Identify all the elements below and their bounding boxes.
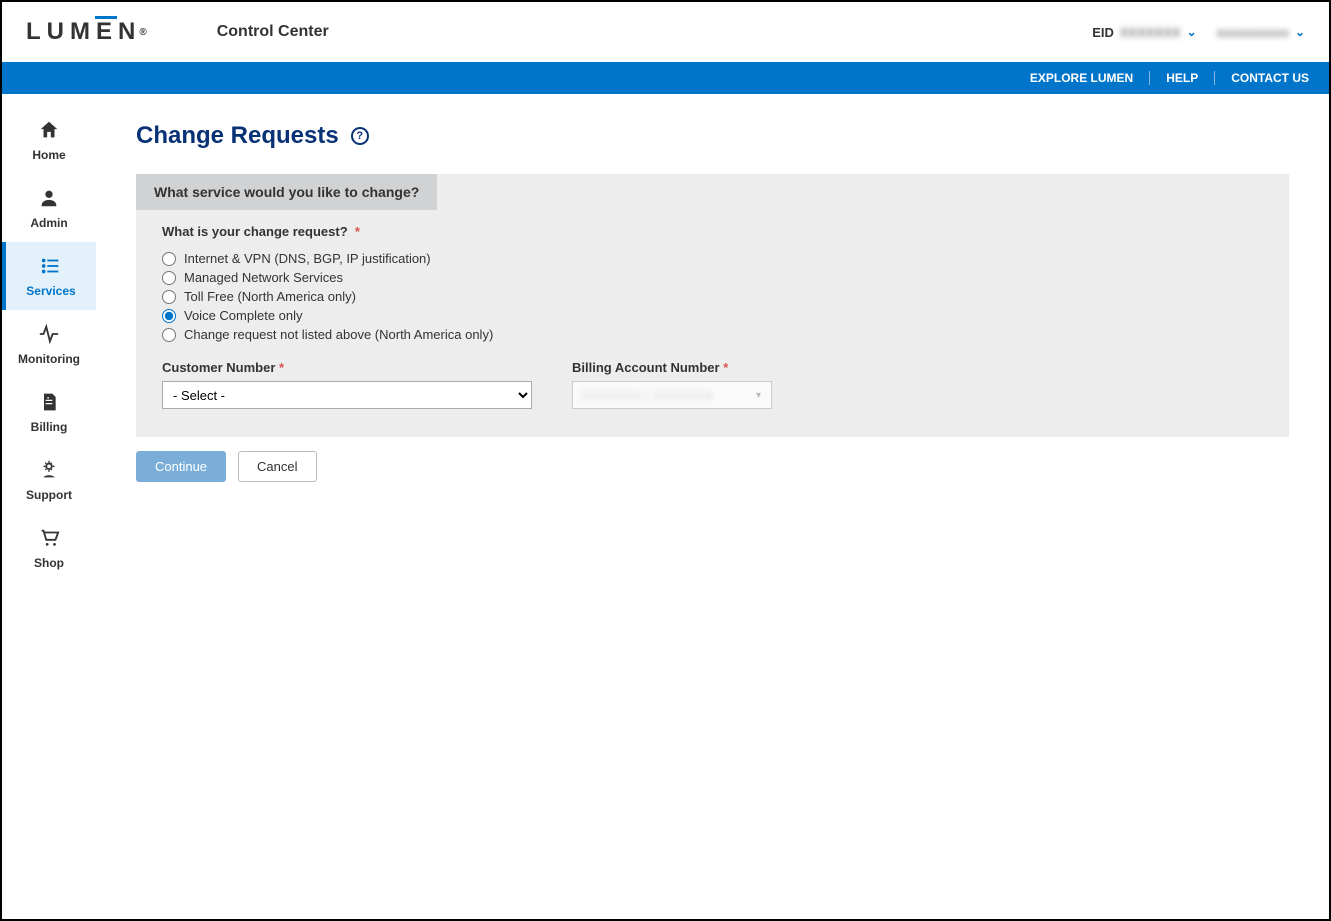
username: xxxxxxxxxx <box>1217 25 1289 40</box>
radio-label: Internet & VPN (DNS, BGP, IP justificati… <box>184 251 431 266</box>
sidebar-item-monitoring[interactable]: Monitoring <box>2 310 96 378</box>
radio-input[interactable] <box>162 252 176 266</box>
support-icon <box>37 458 61 482</box>
radio-input[interactable] <box>162 271 176 285</box>
radio-label: Managed Network Services <box>184 270 343 285</box>
user-dropdown[interactable]: xxxxxxxxxx ⌄ <box>1217 25 1305 40</box>
sidebar-item-label: Shop <box>34 556 64 570</box>
radio-option-not-listed[interactable]: Change request not listed above (North A… <box>162 327 1263 342</box>
list-icon <box>39 254 63 278</box>
sidebar-item-shop[interactable]: Shop <box>2 514 96 582</box>
pulse-icon <box>37 322 61 346</box>
action-buttons: Continue Cancel <box>136 451 1289 482</box>
billing-account-field: Billing Account Number * XXXXXXX / XXXXX… <box>572 360 772 409</box>
field-label: Customer Number * <box>162 360 532 375</box>
sidebar-item-label: Support <box>26 488 72 502</box>
form-panel: What service would you like to change? W… <box>136 174 1289 437</box>
radio-input[interactable] <box>162 328 176 342</box>
sidebar-item-label: Services <box>26 284 75 298</box>
panel-header: What service would you like to change? <box>136 174 437 210</box>
sidebar-item-label: Home <box>32 148 65 162</box>
customer-number-select[interactable]: - Select - <box>162 381 532 409</box>
sidebar-item-admin[interactable]: Admin <box>2 174 96 242</box>
radio-label: Voice Complete only <box>184 308 303 323</box>
brand-logo: LUMEN® <box>26 18 147 46</box>
radio-option-toll-free[interactable]: Toll Free (North America only) <box>162 289 1263 304</box>
page-title: Change Requests ? <box>136 122 1289 150</box>
radio-option-voice-complete[interactable]: Voice Complete only <box>162 308 1263 323</box>
billing-value: XXXXXXX / XXXXXXX <box>581 388 713 403</box>
sidebar-item-label: Monitoring <box>18 352 80 366</box>
chevron-down-icon: ⌄ <box>1187 25 1197 39</box>
contact-link[interactable]: CONTACT US <box>1215 71 1309 85</box>
continue-button[interactable]: Continue <box>136 451 226 482</box>
help-link[interactable]: HELP <box>1150 71 1215 85</box>
invoice-icon <box>37 390 61 414</box>
sidebar-item-label: Billing <box>31 420 68 434</box>
main-content: Change Requests ? What service would you… <box>96 94 1329 919</box>
radio-option-internet-vpn[interactable]: Internet & VPN (DNS, BGP, IP justificati… <box>162 251 1263 266</box>
top-right: EID XXXXXXX ⌄ xxxxxxxxxx ⌄ <box>1092 25 1305 40</box>
help-icon[interactable]: ? <box>351 127 369 145</box>
app-title: Control Center <box>217 23 329 41</box>
radio-option-managed-network[interactable]: Managed Network Services <box>162 270 1263 285</box>
utility-bar: EXPLORE LUMEN HELP CONTACT US <box>2 62 1329 94</box>
sidebar-item-support[interactable]: Support <box>2 446 96 514</box>
sidebar-item-billing[interactable]: Billing <box>2 378 96 446</box>
sidebar-item-home[interactable]: Home <box>2 106 96 174</box>
explore-link[interactable]: EXPLORE LUMEN <box>1014 71 1150 85</box>
sidebar: Home Admin Services Monitoring Billing S… <box>2 94 96 919</box>
home-icon <box>37 118 61 142</box>
question-label: What is your change request? * <box>162 224 1263 239</box>
change-request-radio-group: Internet & VPN (DNS, BGP, IP justificati… <box>162 251 1263 342</box>
eid-dropdown[interactable]: EID XXXXXXX ⌄ <box>1092 25 1196 40</box>
cancel-button[interactable]: Cancel <box>238 451 316 482</box>
radio-input[interactable] <box>162 290 176 304</box>
chevron-down-icon: ⌄ <box>1295 25 1305 39</box>
billing-account-select[interactable]: XXXXXXX / XXXXXXX <box>572 381 772 409</box>
customer-number-field: Customer Number * - Select - <box>162 360 532 409</box>
eid-label: EID <box>1092 25 1114 40</box>
radio-label: Change request not listed above (North A… <box>184 327 493 342</box>
radio-label: Toll Free (North America only) <box>184 289 356 304</box>
topbar: LUMEN® Control Center EID XXXXXXX ⌄ xxxx… <box>2 2 1329 62</box>
sidebar-item-services[interactable]: Services <box>2 242 96 310</box>
panel-body: What is your change request? * Internet … <box>136 210 1289 417</box>
cart-icon <box>37 526 61 550</box>
radio-input[interactable] <box>162 309 176 323</box>
user-icon <box>37 186 61 210</box>
eid-value: XXXXXXX <box>1120 25 1181 40</box>
sidebar-item-label: Admin <box>30 216 67 230</box>
fields-row: Customer Number * - Select - Billing Acc… <box>162 360 1263 409</box>
field-label: Billing Account Number * <box>572 360 772 375</box>
layout: Home Admin Services Monitoring Billing S… <box>2 94 1329 919</box>
